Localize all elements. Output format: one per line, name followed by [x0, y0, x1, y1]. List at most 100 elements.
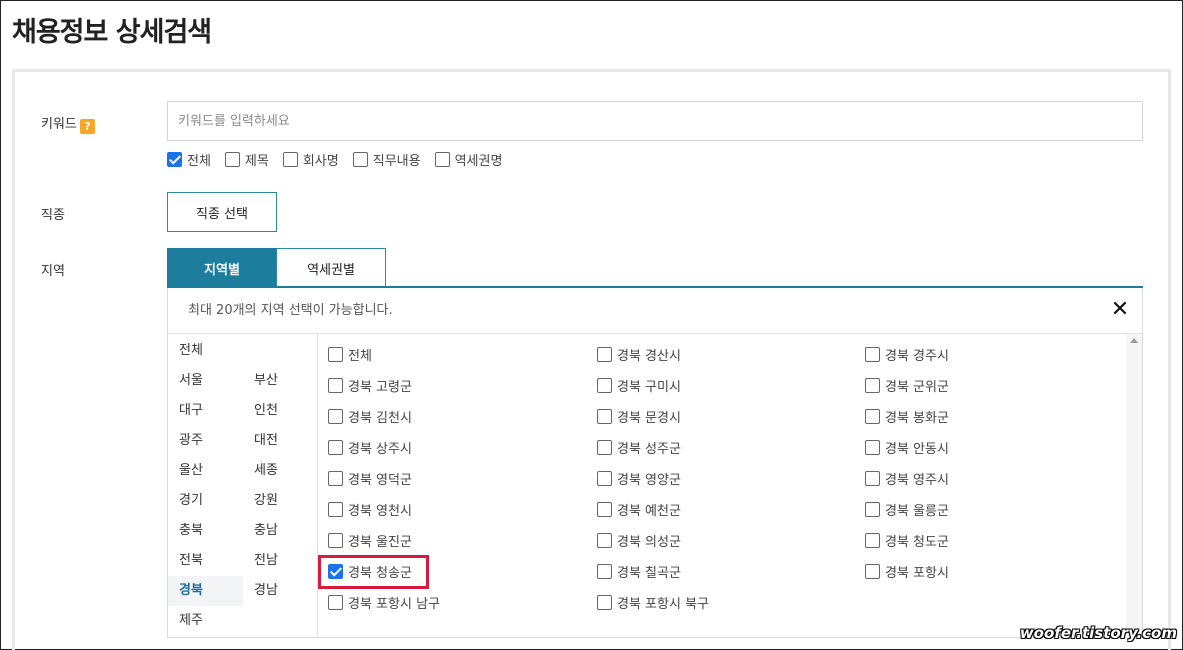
checkbox[interactable]	[597, 408, 612, 424]
checkbox[interactable]	[865, 439, 880, 455]
checkbox[interactable]	[865, 470, 880, 486]
town-option[interactable]: 경북 봉화군	[865, 406, 949, 426]
help-icon[interactable]: ?	[79, 119, 95, 134]
town-option[interactable]: 경북 영덕군	[328, 468, 412, 488]
town-option-label: 경북 구미시	[617, 379, 681, 395]
sido-item[interactable]: 강원	[243, 486, 318, 516]
annotation-highlight-box	[318, 555, 429, 589]
sido-item[interactable]: 충남	[243, 516, 318, 546]
checkbox[interactable]	[597, 439, 612, 455]
jobtype-select-button[interactable]: 직종 선택	[167, 192, 277, 232]
checkbox[interactable]	[597, 563, 612, 579]
keyword-input[interactable]	[167, 101, 1143, 141]
town-option[interactable]: 경북 예천군	[597, 499, 681, 519]
sido-item[interactable]: 충북	[168, 516, 243, 546]
sido-item[interactable]: 전체	[168, 336, 243, 366]
sido-item[interactable]: 대구	[168, 396, 243, 426]
town-option-label: 경북 포항시	[885, 565, 949, 581]
checkbox[interactable]	[597, 346, 612, 362]
sido-item[interactable]: 제주	[168, 606, 243, 636]
town-option[interactable]: 경북 문경시	[597, 406, 681, 426]
town-option-label: 경북 봉화군	[885, 410, 949, 426]
town-option-label: 경북 영양군	[617, 472, 681, 488]
keyword-scope-options: 전체 제목 회사명 직무내용 역세권명	[167, 150, 502, 169]
keyword-scope-option-label: 회사명	[302, 154, 339, 169]
keyword-label-text: 키워드	[41, 117, 77, 132]
checkbox[interactable]	[328, 532, 343, 548]
checkbox[interactable]	[328, 501, 343, 517]
town-option[interactable]: 경북 포항시 남구	[328, 592, 440, 612]
sido-item[interactable]: 전북	[168, 546, 243, 576]
checkbox[interactable]	[865, 408, 880, 424]
town-option[interactable]: 경북 고령군	[328, 375, 412, 395]
sido-item[interactable]: 세종	[243, 456, 318, 486]
checkbox[interactable]	[597, 501, 612, 517]
region-label: 지역	[41, 264, 65, 279]
sido-item[interactable]: 울산	[168, 456, 243, 486]
town-option[interactable]: 경북 경산시	[597, 344, 681, 364]
town-option[interactable]: 경북 칠곡군	[597, 561, 681, 581]
checkbox[interactable]	[865, 532, 880, 548]
town-option-label: 경북 울릉군	[885, 503, 949, 519]
tab-by-station[interactable]: 역세권별	[276, 248, 386, 288]
checkbox[interactable]	[434, 152, 450, 167]
sido-item[interactable]: 인천	[243, 396, 318, 426]
town-option[interactable]: 경북 포항시	[865, 561, 949, 581]
town-option-label: 경북 청도군	[885, 534, 949, 550]
sido-item[interactable]: 광주	[168, 426, 243, 456]
town-option[interactable]: 경북 경주시	[865, 344, 949, 364]
town-option[interactable]: 경북 성주군	[597, 437, 681, 457]
town-option[interactable]: 경북 울릉군	[865, 499, 949, 519]
town-option[interactable]: 경북 의성군	[597, 530, 681, 550]
town-option[interactable]: 경북 영주시	[865, 468, 949, 488]
town-option[interactable]: 경북 영천시	[328, 499, 412, 519]
keyword-scope-option[interactable]: 회사명	[282, 150, 339, 169]
checkbox[interactable]	[865, 563, 880, 579]
checkbox[interactable]	[865, 501, 880, 517]
town-list-scrollbar[interactable]	[1126, 334, 1142, 638]
town-option[interactable]: 경북 상주시	[328, 437, 412, 457]
checkbox[interactable]	[224, 152, 240, 167]
sido-item[interactable]: 전남	[243, 546, 318, 576]
town-option[interactable]: 경북 군위군	[865, 375, 949, 395]
sido-item[interactable]: 경북	[168, 576, 243, 606]
scroll-up-arrow-icon[interactable]	[1130, 338, 1138, 343]
sido-item[interactable]: 부산	[243, 366, 318, 396]
town-option[interactable]: 경북 김천시	[328, 406, 412, 426]
checkbox[interactable]	[352, 152, 368, 167]
keyword-scope-option[interactable]: 역세권명	[434, 150, 502, 169]
town-option[interactable]: 경북 청도군	[865, 530, 949, 550]
checkbox[interactable]	[167, 152, 182, 167]
checkbox[interactable]	[328, 439, 343, 455]
watermark: woofer.tistory.com	[1019, 624, 1177, 642]
checkbox[interactable]	[597, 594, 612, 610]
keyword-scope-option[interactable]: 전체	[167, 150, 211, 169]
town-option-label: 경북 안동시	[885, 441, 949, 457]
close-icon[interactable]: ✕	[1106, 296, 1134, 324]
checkbox[interactable]	[597, 532, 612, 548]
sido-item[interactable]: 서울	[168, 366, 243, 396]
checkbox[interactable]	[282, 152, 298, 167]
checkbox[interactable]	[865, 377, 880, 393]
sido-item[interactable]: 경남	[243, 576, 318, 606]
town-option[interactable]: 경북 영양군	[597, 468, 681, 488]
town-option[interactable]: 경북 울진군	[328, 530, 412, 550]
page-title: 채용정보 상세검색	[12, 17, 212, 48]
checkbox[interactable]	[865, 346, 880, 362]
town-option[interactable]: 전체	[328, 344, 372, 364]
keyword-scope-option[interactable]: 직무내용	[352, 150, 421, 169]
checkbox[interactable]	[328, 377, 343, 393]
sido-item[interactable]: 대전	[243, 426, 318, 456]
keyword-scope-option[interactable]: 제목	[224, 150, 269, 169]
town-option[interactable]: 경북 구미시	[597, 375, 681, 395]
sido-item[interactable]: 경기	[168, 486, 243, 516]
town-option[interactable]: 경북 안동시	[865, 437, 949, 457]
checkbox[interactable]	[597, 470, 612, 486]
checkbox[interactable]	[597, 377, 612, 393]
town-option[interactable]: 경북 포항시 북구	[597, 592, 709, 612]
checkbox[interactable]	[328, 408, 343, 424]
checkbox[interactable]	[328, 594, 343, 610]
checkbox[interactable]	[328, 346, 343, 362]
checkbox[interactable]	[328, 470, 343, 486]
tab-by-region[interactable]: 지역별	[167, 248, 277, 288]
